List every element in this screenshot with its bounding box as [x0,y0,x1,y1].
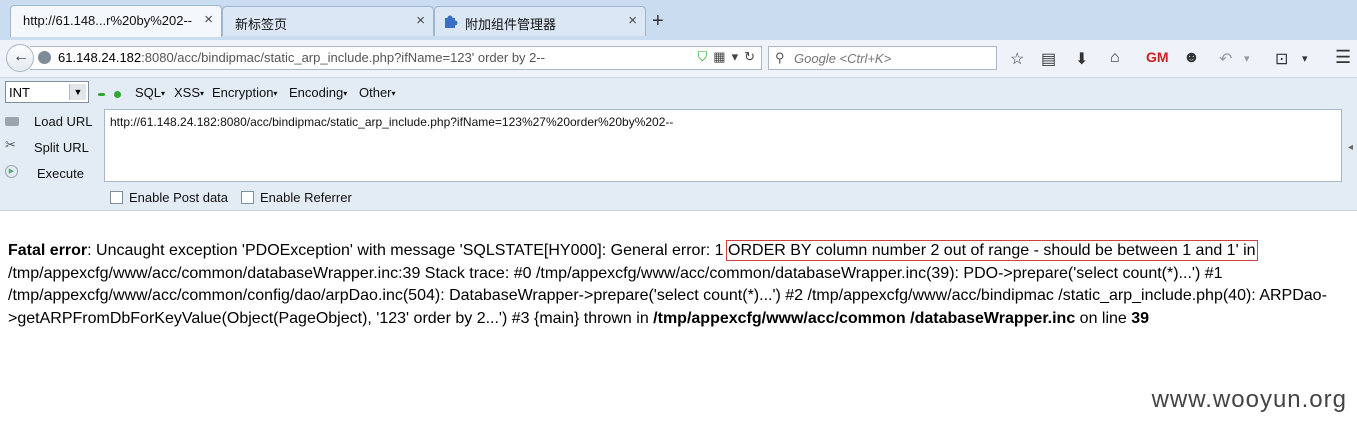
download-icon[interactable]: ⬇ [1075,49,1088,69]
plus-icon[interactable] [114,91,121,98]
tab-title: 新标签页 [235,17,288,32]
highlighted-error-text: ORDER BY column number 2 out of range - … [726,240,1258,261]
checkbox-box[interactable] [241,191,254,205]
menu-encryption[interactable]: Encryption▾ [212,85,277,100]
execute-label: Execute [37,166,84,181]
close-icon[interactable]: × [628,12,637,29]
crop-icon[interactable]: ⊡ [1275,49,1288,69]
chat-icon[interactable]: ☻ [1183,49,1200,67]
enable-referrer-checkbox[interactable]: Enable Referrer [241,190,352,205]
gm-addon-icon[interactable]: GM [1146,49,1169,65]
load-url-icon [5,117,19,126]
error-label: Fatal error [8,242,88,259]
navigation-bar: 61.148.24.182:8080/acc/bindipmac/static_… [0,40,1357,78]
menu-label: Encryption [212,85,274,100]
close-icon[interactable]: × [204,11,213,28]
on-line-text: on line [1075,309,1132,327]
type-select[interactable]: INT ▼ [5,81,89,103]
menu-label: XSS [174,85,201,100]
split-url-button[interactable]: ✂ Split URL [0,135,100,159]
url-path: :8080/acc/bindipmac/static_arp_include.p… [141,50,546,65]
type-select-value: INT [9,85,30,100]
minus-icon[interactable] [98,93,105,96]
home-icon[interactable]: ⌂ [1110,49,1120,67]
checkbox-label: Enable Referrer [260,190,352,205]
bookmark-star-icon[interactable]: ☆ [1010,49,1024,69]
watermark: www.wooyun.org [1151,386,1347,413]
search-placeholder: Google <Ctrl+K> [794,51,892,66]
close-icon[interactable]: × [416,12,425,29]
tab-title: http://61.148...r%20by%202-- [23,13,193,28]
menu-label: Other [359,85,392,100]
url-bar[interactable]: 61.148.24.182:8080/acc/bindipmac/static_… [30,46,762,70]
tab-bar: http://61.148...r%20by%202-- × 新标签页 × 附加… [0,0,1357,40]
checkbox-label: Enable Post data [129,190,229,205]
new-tab-button[interactable]: + [652,10,664,33]
crop-dropdown-icon[interactable]: ▾ [1302,52,1308,65]
hackbar-panel: INT ▼ SQL▾ XSS▾ Encryption▾ Encoding▾ Ot… [0,78,1357,211]
enable-post-data-checkbox[interactable]: Enable Post data [110,190,228,205]
error-message: Fatal error: Uncaught exception 'PDOExce… [8,240,1348,330]
error-text: : Uncaught exception 'PDOException' with… [87,242,729,259]
menu-icon[interactable]: ☰ [1335,47,1351,68]
search-icon: ⚲ [775,50,785,65]
split-url-label: Split URL [34,140,89,155]
dropdown-icon[interactable]: ▾ [732,49,739,64]
menu-sql[interactable]: SQL▾ [135,85,165,100]
url-text[interactable]: 61.148.24.182:8080/acc/bindipmac/static_… [58,50,545,65]
execute-button[interactable]: ▶ Execute [0,161,100,185]
menu-other[interactable]: Other▾ [359,85,396,100]
load-url-button[interactable]: Load URL [0,109,100,133]
tab-new-tab-page[interactable]: 新标签页 × [222,6,434,36]
globe-icon [38,51,51,64]
qr-code-icon[interactable]: ▦ [713,49,725,64]
tab-addons-manager[interactable]: 附加组件管理器 × [434,6,646,36]
menu-encoding[interactable]: Encoding▾ [289,85,347,100]
puzzle-icon [445,15,458,28]
error-file: /tmp/appexcfg/www/acc/common /databaseWr… [653,309,1076,327]
menu-label: SQL [135,85,162,100]
resize-grip-icon[interactable]: ◂ [1348,142,1353,153]
search-bar[interactable]: ⚲ Google <Ctrl+K> [768,46,997,70]
tab-title: 附加组件管理器 [465,17,557,32]
undo-icon[interactable]: ↶ [1219,49,1232,69]
undo-dropdown-icon[interactable]: ▾ [1244,52,1250,65]
load-url-label: Load URL [34,114,93,129]
checkbox-box[interactable] [110,191,123,205]
reload-icon[interactable]: ↻ [744,49,755,64]
bookmarks-list-icon[interactable]: ▤ [1041,49,1056,69]
menu-label: Encoding [289,85,344,100]
chevron-down-icon[interactable]: ▼ [69,84,86,100]
hackbar-url-textarea[interactable]: http://61.148.24.182:8080/acc/bindipmac/… [104,109,1342,182]
url-host: 61.148.24.182 [58,50,142,65]
error-line-number: 39 [1131,309,1150,327]
scissors-icon: ✂ [5,137,16,152]
back-button[interactable]: ← [6,44,34,72]
menu-xss[interactable]: XSS▾ [174,85,204,100]
back-arrow-icon: ← [13,48,29,65]
play-icon: ▶ [5,165,18,178]
shield-icon[interactable]: ⛉ [698,49,708,64]
tab-current[interactable]: http://61.148...r%20by%202-- × [10,5,222,37]
